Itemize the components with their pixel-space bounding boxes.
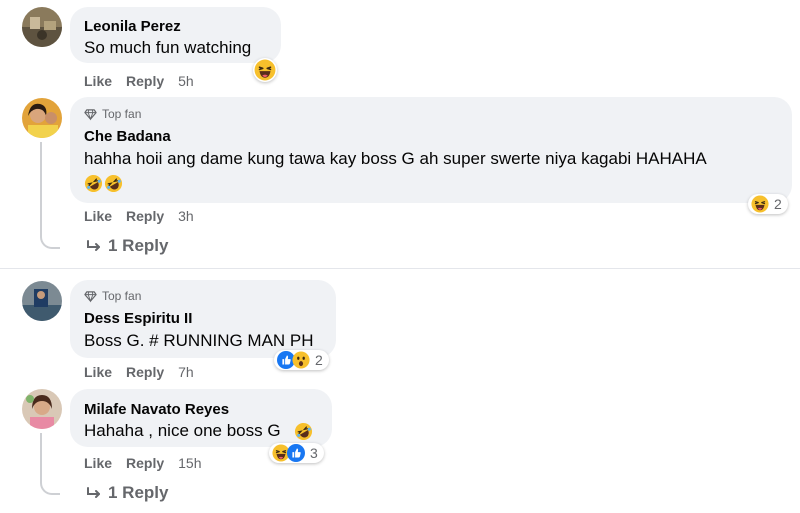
comment-actions: Like Reply 5h: [84, 73, 194, 89]
comment-bubble: Leonila Perez So much fun watching: [70, 7, 281, 63]
comment-timestamp[interactable]: 3h: [178, 208, 194, 224]
reply-arrow-icon: [86, 485, 102, 501]
rofl-icon: [294, 422, 313, 441]
view-replies-label: 1 Reply: [108, 236, 169, 255]
comment-bubble: Top fan Che Badana hahha hoii ang dame k…: [70, 97, 792, 203]
comment-actions: Like Reply 3h: [84, 208, 194, 224]
wow-icon: [292, 351, 310, 369]
reaction-summary[interactable]: [253, 58, 277, 82]
badge-label: Top fan: [102, 289, 142, 303]
badge-label: Top fan: [102, 107, 142, 121]
reply-button[interactable]: Reply: [126, 208, 164, 224]
haha-icon: [751, 195, 769, 213]
avatar[interactable]: [22, 281, 62, 321]
reaction-summary[interactable]: 2: [274, 350, 329, 370]
comment-author[interactable]: Leonila Perez: [84, 18, 181, 35]
comment-bubble: Milafe Navato Reyes Hahaha , nice one bo…: [70, 389, 332, 447]
comment-text: Hahaha , nice one boss G: [84, 421, 281, 440]
reaction-count: 2: [774, 196, 782, 212]
view-replies-button[interactable]: 1 Reply: [86, 483, 168, 503]
comment-timestamp[interactable]: 15h: [178, 455, 201, 471]
top-fan-icon: [84, 108, 97, 121]
avatar[interactable]: [22, 98, 62, 138]
view-replies-button[interactable]: 1 Reply: [86, 236, 168, 256]
avatar[interactable]: [22, 7, 62, 47]
top-fan-badge: Top fan: [84, 289, 141, 303]
rofl-icon: [104, 174, 123, 193]
comment-author[interactable]: Milafe Navato Reyes: [84, 401, 229, 418]
rofl-icon: [84, 174, 103, 193]
thread-connector: [40, 433, 60, 495]
view-replies-label: 1 Reply: [108, 483, 169, 502]
reply-button[interactable]: Reply: [126, 455, 164, 471]
comment-timestamp[interactable]: 5h: [178, 73, 194, 89]
like-button[interactable]: Like: [84, 364, 112, 380]
comment-text: hahha hoii ang dame kung tawa kay boss G…: [84, 149, 707, 168]
reply-arrow-icon: [86, 238, 102, 254]
reaction-summary[interactable]: 2: [748, 194, 788, 214]
like-button[interactable]: Like: [84, 208, 112, 224]
like-button[interactable]: Like: [84, 73, 112, 89]
comment-actions: Like Reply 15h: [84, 455, 202, 471]
comment-timestamp[interactable]: 7h: [178, 364, 194, 380]
comment-author[interactable]: Dess Espiritu II: [84, 310, 192, 327]
like-icon: [287, 444, 305, 462]
comment-text: Boss G. # RUNNING MAN PH: [84, 331, 314, 350]
comment-text: So much fun watching: [84, 38, 252, 57]
like-button[interactable]: Like: [84, 455, 112, 471]
avatar[interactable]: [22, 389, 62, 429]
reply-button[interactable]: Reply: [126, 364, 164, 380]
top-fan-badge: Top fan: [84, 107, 141, 121]
haha-icon: [254, 59, 276, 81]
comment-bubble: Top fan Dess Espiritu II Boss G. # RUNNI…: [70, 280, 336, 358]
reaction-count: 2: [315, 352, 323, 368]
reaction-count: 3: [310, 445, 318, 461]
reaction-summary[interactable]: 3: [269, 443, 324, 463]
comment-divider: [0, 268, 800, 269]
comment-emojis: [84, 174, 123, 193]
comment-author[interactable]: Che Badana: [84, 128, 171, 145]
reply-button[interactable]: Reply: [126, 73, 164, 89]
top-fan-icon: [84, 290, 97, 303]
thread-connector: [40, 142, 60, 249]
comment-actions: Like Reply 7h: [84, 364, 194, 380]
